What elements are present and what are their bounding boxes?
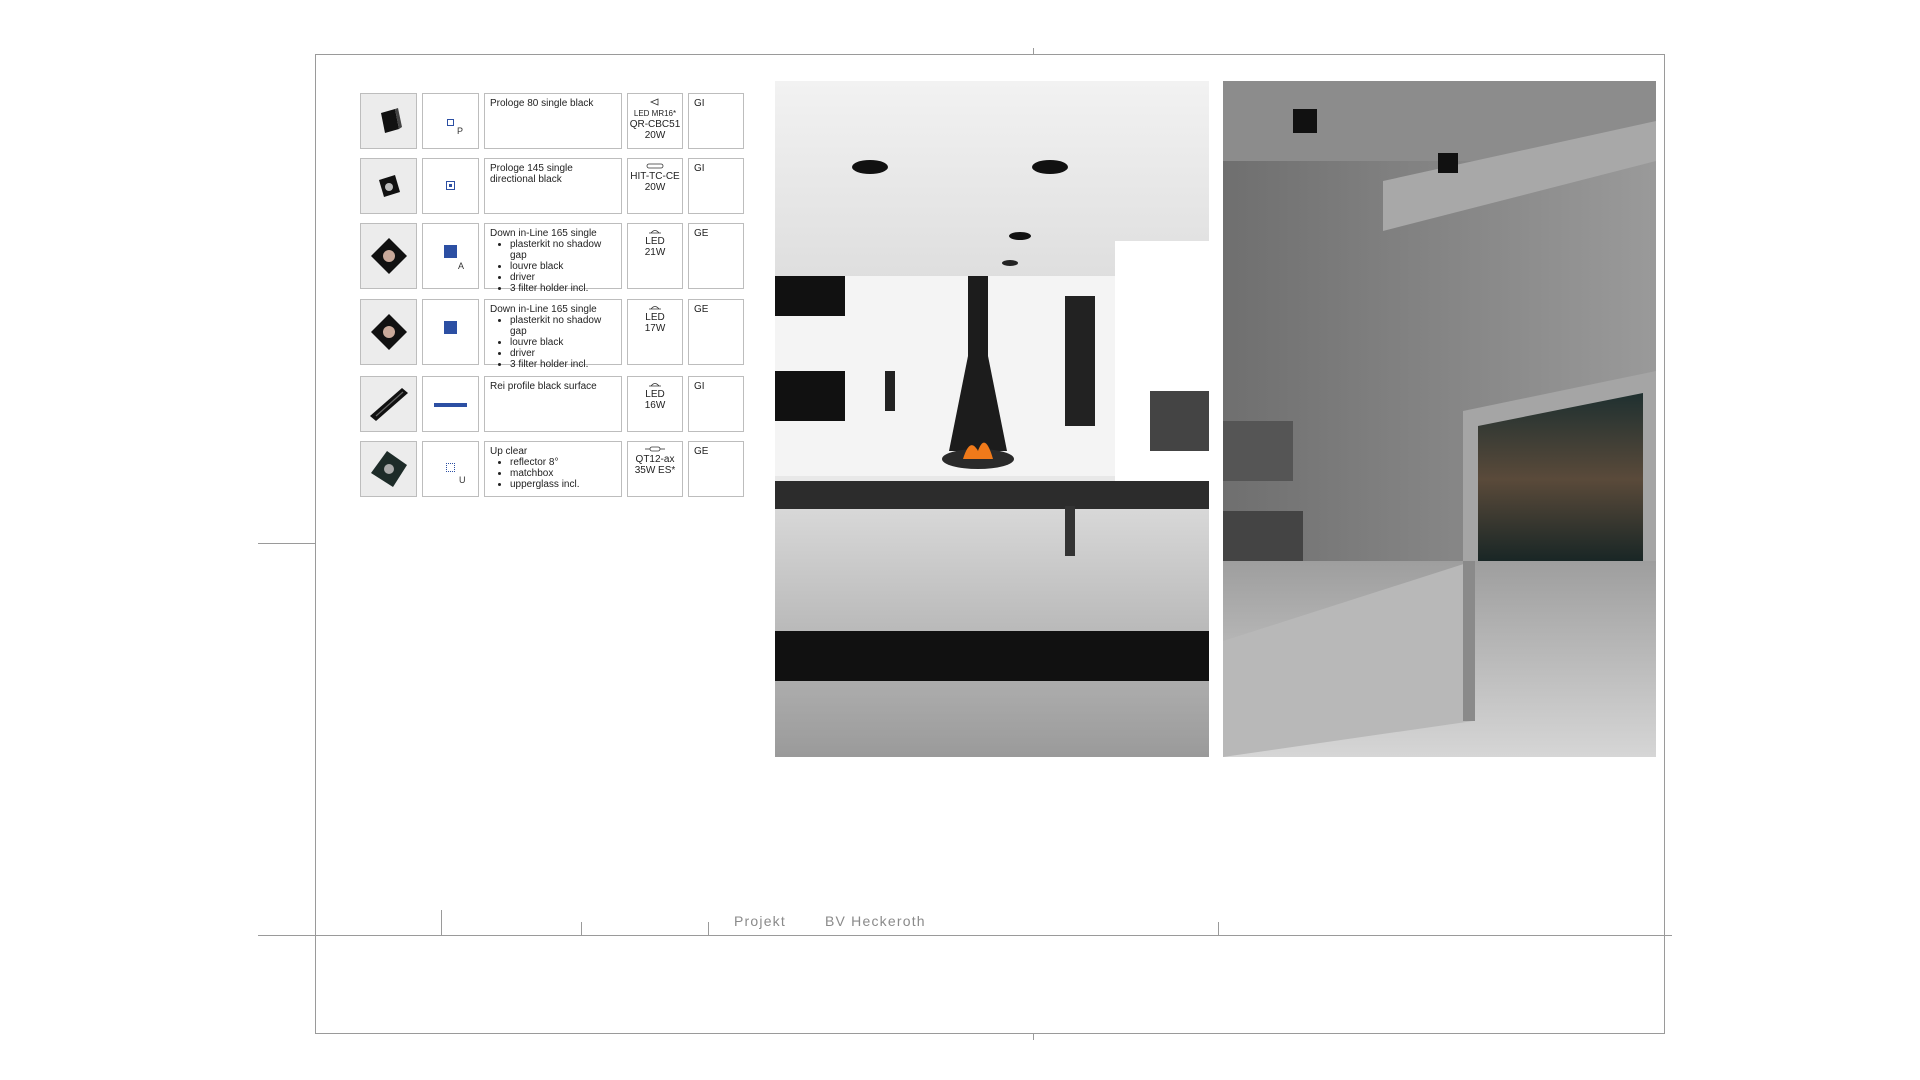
plan-symbol-cell [422, 299, 479, 365]
mr16-lamp-icon [649, 98, 659, 106]
interior-photo-gallery [1223, 81, 1656, 757]
uplight-square-icon [370, 451, 407, 487]
fireplace-scene [775, 81, 1209, 757]
description-text: Prologe 80 single black [490, 98, 594, 109]
fixture-thumbnail [360, 441, 417, 497]
bullet-item: driver [510, 272, 616, 283]
fixture-description: Rei profile black surface [484, 376, 622, 432]
square-with-dot-symbol [446, 181, 455, 190]
code-cell: GE [688, 441, 744, 497]
line-symbol [434, 403, 467, 407]
bullet-item: louvre black [510, 261, 616, 272]
fixture-thumbnail [360, 223, 417, 289]
cube-directional-icon [378, 175, 400, 197]
linear-profile-icon [369, 388, 408, 421]
lamp-power: 35W ES* [634, 465, 676, 476]
lamp-power: 20W [644, 130, 666, 141]
lamp-power: 17W [644, 323, 666, 334]
fixture-code: GE [694, 446, 709, 457]
description-text: Prologe 145 single directional black [490, 163, 573, 185]
fixture-description: Down in-Line 165 single plasterkit no sh… [484, 299, 622, 370]
bullet-item: 3 filter holder incl. [510, 359, 616, 370]
symbol-label: A [458, 261, 465, 271]
small-square-outline-symbol [447, 119, 454, 126]
bullet-item: reflector 8° [510, 457, 616, 468]
code-cell: GE [688, 299, 744, 365]
filled-square-symbol [444, 321, 457, 334]
lamp-cell: HIT-TC-CE 20W [627, 158, 683, 214]
bullet-item: plasterkit no shadow gap [510, 315, 616, 337]
symbol-label: P [457, 126, 464, 136]
description-bullets: plasterkit no shadow gap louvre black dr… [490, 315, 616, 370]
lamp-type: HIT-TC-CE [630, 171, 680, 182]
recessed-square-icon [370, 238, 407, 274]
fixture-thumbnail [360, 93, 417, 149]
led-lamp-icon [649, 230, 661, 234]
interior-photo-fireplace [775, 81, 1209, 757]
description-text: Down in-Line 165 single [490, 304, 597, 315]
fixture-thumbnail [360, 158, 417, 214]
bullet-item: plasterkit no shadow gap [510, 239, 616, 261]
fixture-description: Up clear reflector 8° matchbox upperglas… [484, 441, 622, 497]
dotted-square-outline-symbol [446, 463, 455, 472]
code-cell: GI [688, 158, 744, 214]
led-lamp-icon [649, 306, 661, 310]
fixture-code: GI [694, 163, 705, 174]
fixture-description: Prologe 80 single black [484, 93, 622, 149]
lamp-power: 20W [644, 182, 666, 193]
plan-symbol-cell [422, 376, 479, 432]
lamp-cell: LED 21W [627, 223, 683, 289]
halogen-lamp-icon [645, 446, 665, 452]
lamp-cell: LED 17W [627, 299, 683, 365]
lamp-cell: LED 16W [627, 376, 683, 432]
plan-symbol-cell: U [422, 441, 479, 497]
lamp-cell: LED MR16* QR-CBC51 20W [627, 93, 683, 149]
bullet-item: 3 filter holder incl. [510, 283, 616, 294]
fixture-description: Down in-Line 165 single plasterkit no sh… [484, 223, 622, 294]
fixture-code: GI [694, 98, 705, 109]
description-bullets: reflector 8° matchbox upperglass incl. [490, 457, 616, 490]
plan-symbol-cell [422, 158, 479, 214]
description-text: Down in-Line 165 single [490, 228, 597, 239]
lamp-type: LED [645, 312, 665, 323]
lamp-type: LED [645, 389, 665, 400]
lamp-type: QR-CBC51 [629, 119, 681, 130]
description-bullets: plasterkit no shadow gap louvre black dr… [490, 239, 616, 294]
bullet-item: driver [510, 348, 616, 359]
fixture-description: Prologe 145 single directional black [484, 158, 622, 214]
recessed-square-icon [370, 314, 407, 350]
code-cell: GE [688, 223, 744, 289]
lamp-power: 21W [644, 247, 666, 258]
plan-symbol-cell: A [422, 223, 479, 289]
lamp-type: LED [645, 236, 665, 247]
led-lamp-icon [649, 383, 661, 387]
plan-symbol-cell: P [422, 93, 479, 149]
description-text: Rei profile black surface [490, 381, 597, 392]
fixture-code: GI [694, 381, 705, 392]
filled-square-symbol [444, 245, 457, 258]
code-cell: GI [688, 376, 744, 432]
lamp-power: 16W [644, 400, 666, 411]
fixture-code: GE [694, 228, 709, 239]
cube-spot-icon [380, 108, 402, 133]
code-cell: GI [688, 93, 744, 149]
symbol-label: U [459, 475, 466, 485]
gallery-scene [1223, 81, 1656, 757]
hit-lamp-icon [646, 163, 664, 169]
bullet-item: matchbox [510, 468, 616, 479]
bullet-item: louvre black [510, 337, 616, 348]
bullet-item: upperglass incl. [510, 479, 616, 490]
fixture-thumbnail [360, 376, 417, 432]
lamp-type: QT12-ax [635, 454, 675, 465]
lamp-cell: QT12-ax 35W ES* [627, 441, 683, 497]
description-text: Up clear [490, 446, 528, 457]
lamp-note: LED MR16* [633, 109, 677, 118]
fixture-code: GE [694, 304, 709, 315]
fixture-thumbnail [360, 299, 417, 365]
